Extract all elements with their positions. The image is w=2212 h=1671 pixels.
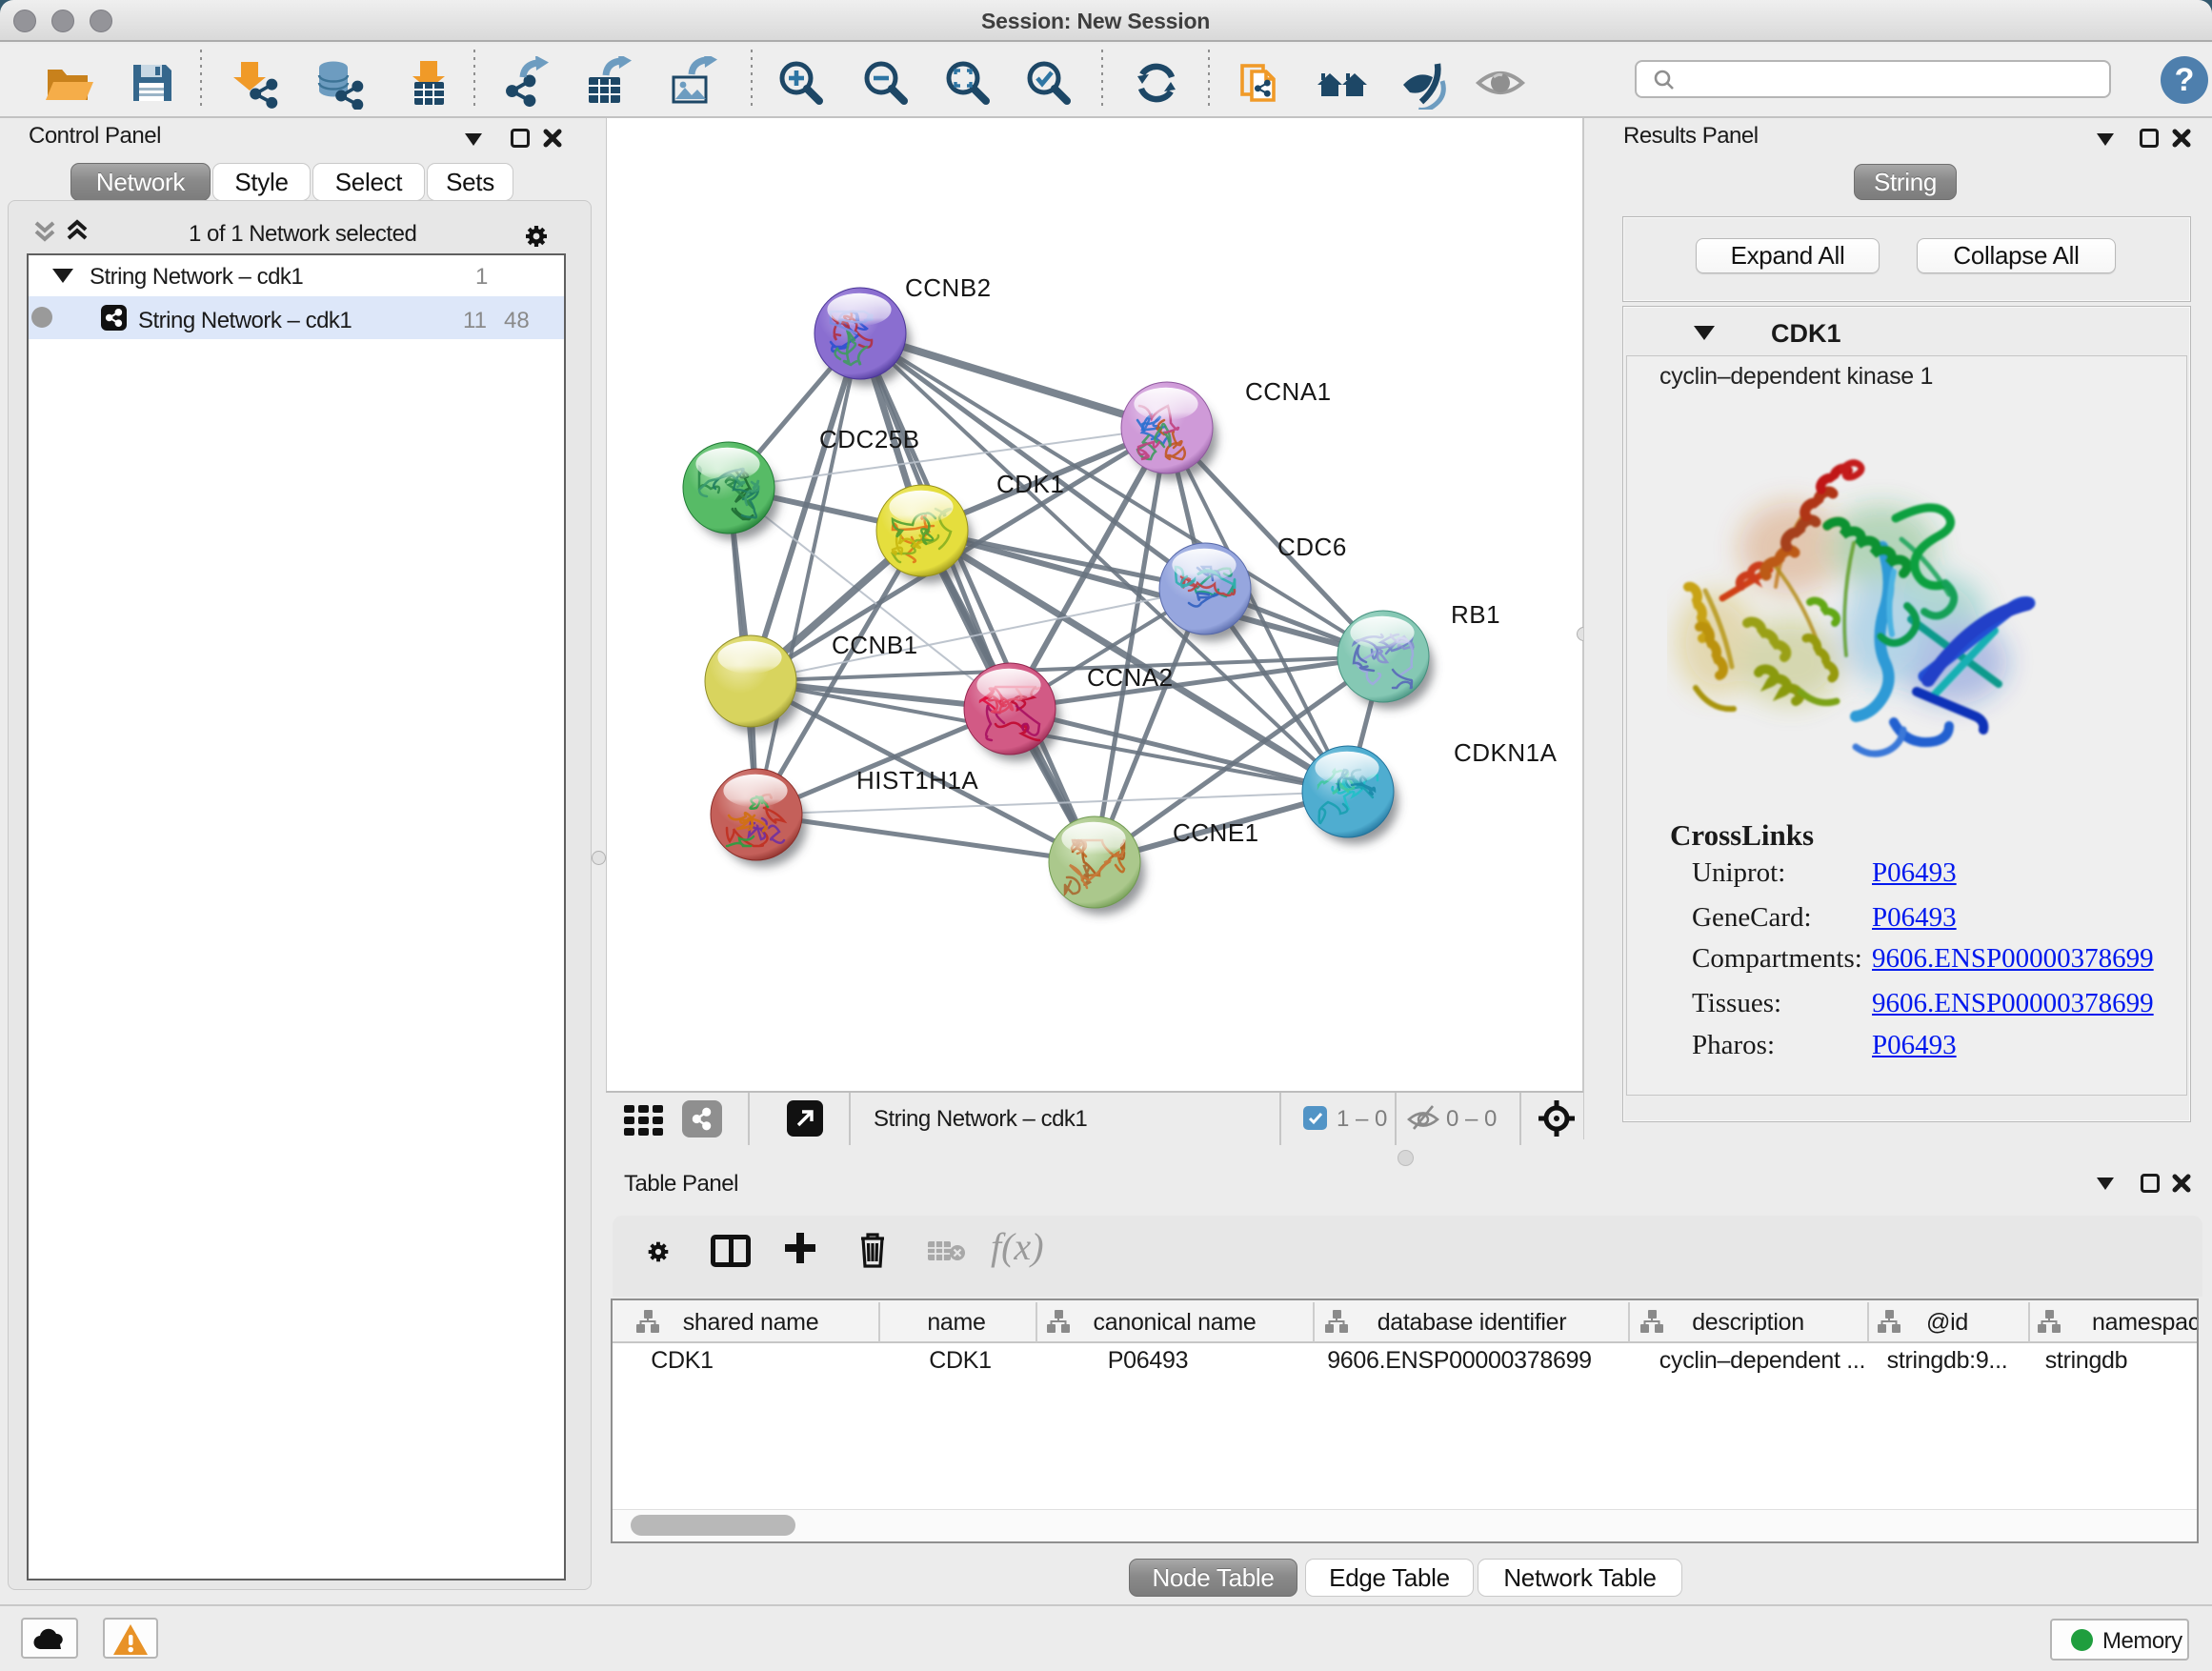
svg-text:CDC25B: CDC25B [819, 425, 920, 453]
svg-text:HIST1H1A: HIST1H1A [856, 766, 978, 795]
svg-text:CCNE1: CCNE1 [1173, 818, 1259, 847]
svg-text:CCNB2: CCNB2 [905, 273, 992, 302]
svg-text:CDKN1A: CDKN1A [1454, 738, 1558, 767]
svg-text:RB1: RB1 [1451, 600, 1500, 629]
svg-text:CCNA1: CCNA1 [1245, 377, 1332, 406]
svg-text:CDK1: CDK1 [996, 470, 1064, 498]
svg-text:CCNB1: CCNB1 [832, 631, 918, 659]
svg-text:CCNA2: CCNA2 [1087, 663, 1174, 692]
svg-text:CDC6: CDC6 [1277, 533, 1347, 561]
